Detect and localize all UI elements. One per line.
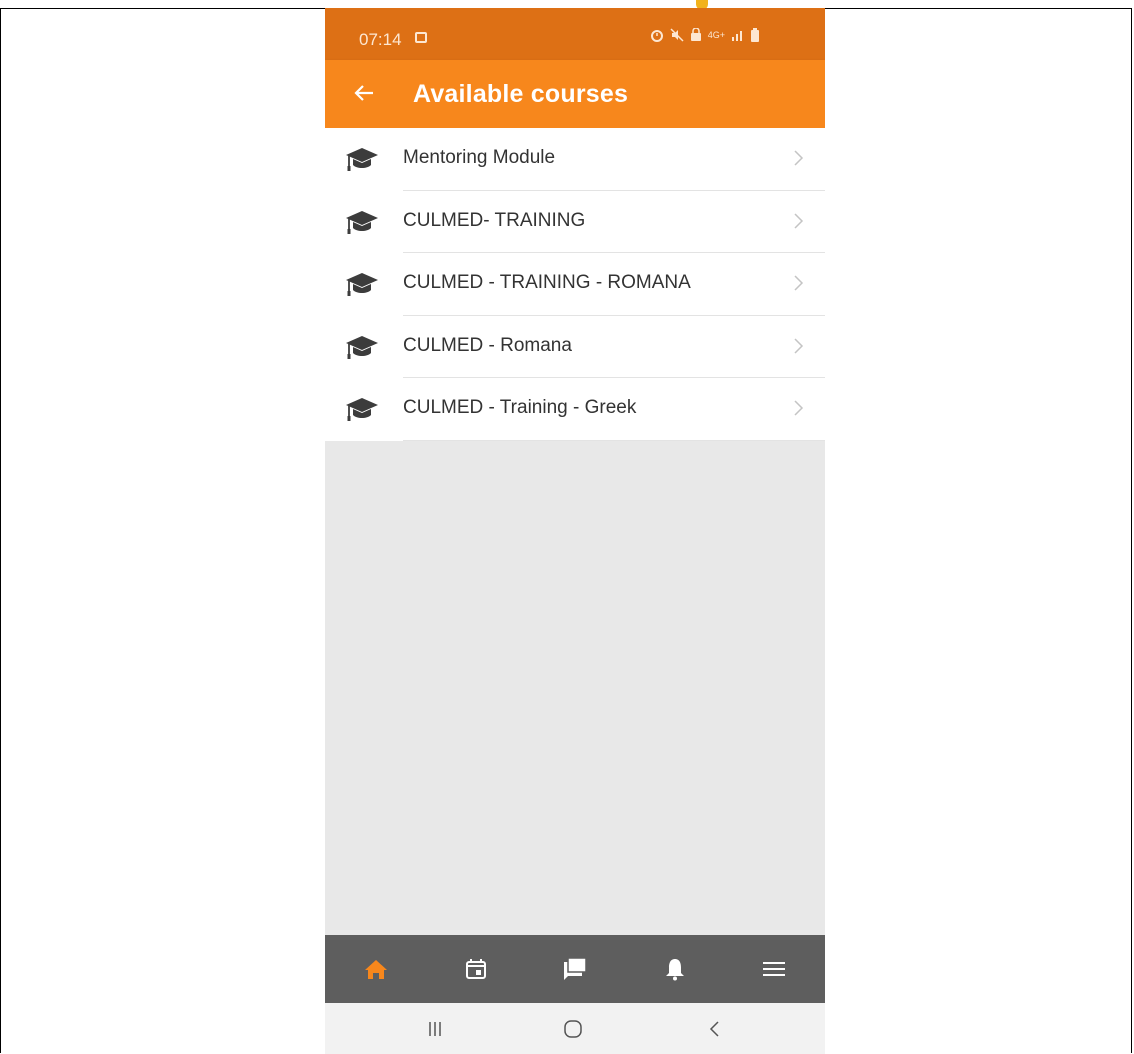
home-circle-icon xyxy=(564,1020,582,1038)
course-item-culmed-training-greek[interactable]: CULMED - Training - Greek xyxy=(325,378,825,441)
calendar-icon xyxy=(465,959,486,979)
divider xyxy=(403,439,825,441)
course-label: CULMED - Romana xyxy=(403,334,572,356)
mute-icon xyxy=(670,28,684,42)
status-time: 07:14 xyxy=(359,30,402,49)
4g-signal-icon xyxy=(732,31,742,41)
home-system-button[interactable] xyxy=(561,1017,585,1041)
chevron-right-icon xyxy=(794,275,804,291)
course-item-culmed-training-romana[interactable]: CULMED - TRAINING - ROMANA xyxy=(325,253,825,316)
app-bar: Available courses xyxy=(325,60,825,128)
chevron-right-icon xyxy=(794,400,804,416)
course-label: Mentoring Module xyxy=(403,147,556,168)
menu-icon xyxy=(763,962,785,976)
course-label: CULMED - TRAINING - ROMANA xyxy=(403,272,691,293)
messages-icon xyxy=(564,957,587,980)
graduation-cap-icon xyxy=(346,148,378,171)
course-label: CULMED - Training - Greek xyxy=(403,397,637,418)
chevron-right-icon xyxy=(794,212,804,229)
nav-messages-button[interactable] xyxy=(562,956,588,982)
network-type-label: 4G+ xyxy=(707,30,725,40)
course-item-culmed-training[interactable]: CULMED- TRAINING xyxy=(325,191,825,253)
nav-home-button[interactable] xyxy=(363,956,389,982)
back-system-button[interactable] xyxy=(703,1017,727,1041)
battery-icon xyxy=(751,28,759,42)
course-label: CULMED- TRAINING xyxy=(403,209,586,231)
course-item-culmed-romana[interactable]: CULMED - Romana xyxy=(325,316,825,378)
nav-calendar-button[interactable] xyxy=(463,956,489,982)
system-nav-bar xyxy=(325,1003,825,1054)
image-notification-icon xyxy=(415,32,427,43)
chevron-right-icon xyxy=(794,337,804,354)
bottom-nav xyxy=(325,935,825,1003)
graduation-cap-icon xyxy=(346,210,378,234)
status-icons: 4G+ xyxy=(650,28,759,42)
nav-menu-button[interactable] xyxy=(761,956,787,982)
notifications-icon xyxy=(665,959,684,981)
status-bar: 07:14 4G+ xyxy=(325,8,825,60)
lock-icon xyxy=(690,28,701,41)
page-title: Available courses xyxy=(413,80,629,108)
chevron-left-icon xyxy=(709,1021,719,1037)
recent-apps-icon xyxy=(429,1022,441,1036)
alarm-icon xyxy=(650,30,663,42)
back-button[interactable] xyxy=(347,76,381,110)
graduation-cap-icon xyxy=(346,273,378,296)
chevron-right-icon xyxy=(794,150,804,166)
graduation-cap-icon xyxy=(346,398,378,421)
phone-screen: 07:14 4G+ Available courses Mentoring Mo… xyxy=(325,8,825,1054)
recent-apps-button[interactable] xyxy=(423,1017,447,1041)
arrow-left-icon xyxy=(354,85,373,101)
nav-notifications-button[interactable] xyxy=(662,956,688,982)
home-icon xyxy=(365,960,387,979)
graduation-cap-icon xyxy=(346,335,378,359)
course-item-mentoring-module[interactable]: Mentoring Module xyxy=(325,128,825,191)
course-list: Mentoring Module CULMED- TRAINING CULMED… xyxy=(325,128,825,441)
